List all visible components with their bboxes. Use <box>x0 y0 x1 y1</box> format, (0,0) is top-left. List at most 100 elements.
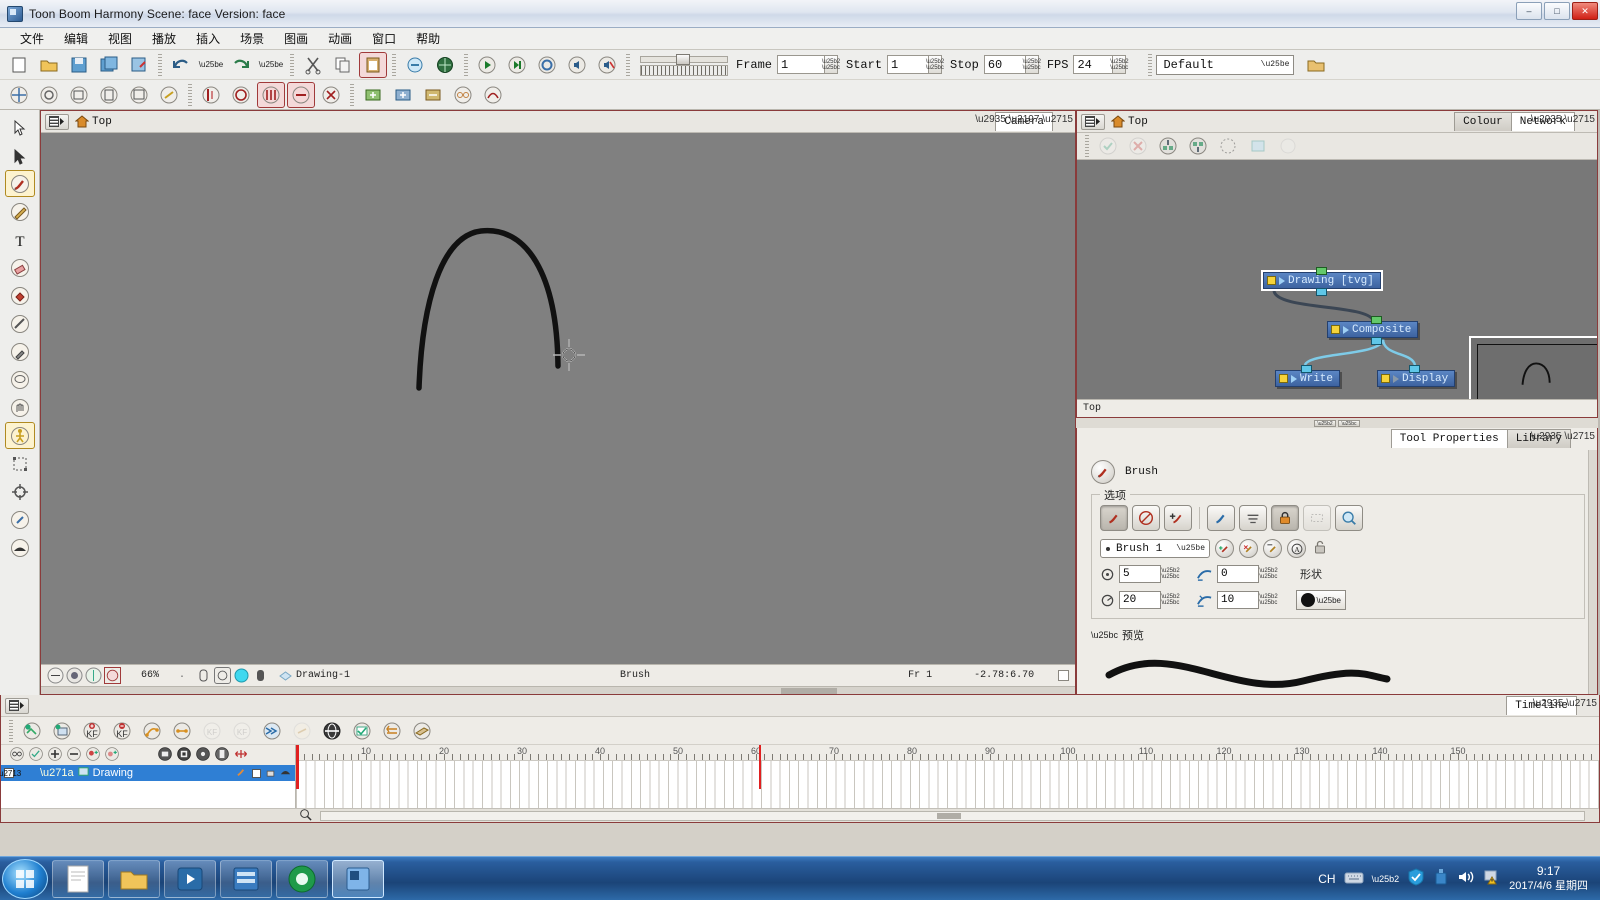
scrollbar-thumb[interactable] <box>781 688 837 694</box>
node-drawing-in-port[interactable] <box>1316 267 1327 275</box>
hand-tool[interactable] <box>5 394 35 421</box>
node-composite-out-port[interactable] <box>1371 337 1382 345</box>
flip-layers-icon[interactable] <box>408 718 436 744</box>
panel-detach-icon[interactable]: \u2197 <box>1009 114 1040 125</box>
add-stroke-icon[interactable] <box>1164 505 1192 531</box>
advanced-options-icon[interactable]: A <box>1287 539 1306 558</box>
collapse-all-icon[interactable] <box>66 746 82 765</box>
minimize-button[interactable]: – <box>1516 2 1542 20</box>
menu-edit[interactable]: 编辑 <box>54 28 98 49</box>
frame-slider[interactable] <box>640 53 728 76</box>
tray-ime-indicator[interactable]: CH <box>1318 872 1335 886</box>
brush-tool[interactable] <box>4 170 35 197</box>
constant-segment-icon[interactable] <box>168 718 196 744</box>
network-group-up-icon[interactable] <box>1154 133 1182 159</box>
lock-all-icon[interactable] <box>28 746 44 765</box>
max-size-input[interactable]: 20 <box>1119 591 1161 609</box>
set-ease-icon[interactable] <box>138 718 166 744</box>
undo-dropdown-icon[interactable]: \u25be <box>197 52 225 78</box>
network-collapse-icon[interactable]: \u2935 <box>1531 114 1562 125</box>
camera-panel-menu-icon[interactable] <box>45 113 69 130</box>
camera-horizontal-scrollbar[interactable] <box>41 686 1075 694</box>
panel-splitter[interactable]: \u25b2 \u25bc <box>1076 418 1598 428</box>
node-expand-icon[interactable] <box>1279 276 1285 285</box>
tab-colour[interactable]: Colour <box>1454 112 1512 131</box>
panel-close-icon[interactable]: \u2715 <box>1042 114 1073 125</box>
resize-columns-icon[interactable] <box>233 746 249 765</box>
node-display-expand-icon[interactable] <box>1393 374 1399 383</box>
layer-visibility-checkbox[interactable]: \u2713 <box>0 768 21 778</box>
taskbar-browser[interactable] <box>276 859 328 898</box>
smoothness-spinner[interactable]: \u25b2 \u25bc <box>1259 566 1277 582</box>
tool-properties-scrollbar[interactable] <box>1588 450 1597 694</box>
zoom-preview-icon[interactable] <box>1335 505 1363 531</box>
splitter-down-button[interactable]: \u25bc <box>1338 419 1360 427</box>
pivot-tool[interactable] <box>5 478 35 505</box>
network-more-icon[interactable] <box>1274 133 1302 159</box>
menu-animation[interactable]: 动画 <box>318 28 362 49</box>
eraser-tool[interactable] <box>5 254 35 281</box>
remove-exposure-icon[interactable] <box>288 718 316 744</box>
onion-clear-icon[interactable] <box>317 82 345 108</box>
grid-icon[interactable] <box>431 52 459 78</box>
toggle-vector-icon[interactable] <box>176 746 192 765</box>
play-icon[interactable] <box>473 52 501 78</box>
timeline-horizontal-scrollbar[interactable] <box>320 810 1585 821</box>
taskbar-video-editor[interactable] <box>220 859 272 898</box>
menu-view[interactable]: 视图 <box>98 28 142 49</box>
node-drawing[interactable]: Drawing [tvg] <box>1261 267 1383 296</box>
show-hide-icon[interactable] <box>348 718 376 744</box>
max-size-spinner[interactable]: \u25b2 \u25bc <box>1161 592 1179 608</box>
add-exposure-icon[interactable] <box>258 718 286 744</box>
draw-behind-icon[interactable] <box>1100 505 1128 531</box>
timeline-panel-menu-icon[interactable] <box>5 697 29 714</box>
repaint-brush-icon[interactable] <box>1207 505 1235 531</box>
close-button[interactable]: ✕ <box>1572 2 1598 20</box>
undo-icon[interactable] <box>167 52 195 78</box>
drawing-substitution-icon[interactable] <box>157 746 173 765</box>
camera-canvas[interactable] <box>41 133 1075 664</box>
paint-tool[interactable] <box>5 282 35 309</box>
new-scene-icon[interactable] <box>5 52 33 78</box>
shield-icon[interactable] <box>1407 868 1425 889</box>
remove-keyframe-icon[interactable]: KF <box>108 718 136 744</box>
network-canvas[interactable]: Drawing [tvg] Composite Write Display <box>1077 160 1597 399</box>
layer-onion-checkbox[interactable] <box>252 768 261 778</box>
align-left-icon[interactable] <box>65 82 93 108</box>
link-icon[interactable] <box>401 52 429 78</box>
node-write-in-port[interactable] <box>1301 365 1312 373</box>
taskbar-clock[interactable]: 9:17 2017/4/6 星期四 <box>1509 864 1592 894</box>
stop-input[interactable]: 60 <box>983 55 1026 74</box>
open-icon[interactable] <box>35 52 63 78</box>
layer-colour-icon[interactable] <box>280 766 291 780</box>
node-write[interactable]: Write <box>1275 365 1341 387</box>
network-disable-icon[interactable] <box>1124 133 1152 159</box>
node-drawing-out-port[interactable] <box>1316 288 1327 296</box>
node-display[interactable]: Display <box>1377 365 1456 387</box>
dropper-tool[interactable] <box>5 338 35 365</box>
select-tool[interactable] <box>5 114 35 141</box>
loop-play-icon[interactable] <box>503 52 531 78</box>
maximize-button[interactable]: □ <box>1544 2 1570 20</box>
toggle-bitmap-icon[interactable] <box>214 746 230 765</box>
align-right-icon[interactable] <box>125 82 153 108</box>
onion-skin-timeline-icon[interactable] <box>318 718 346 744</box>
frame-spinner[interactable]: \u25b2 \u25bc <box>822 55 840 74</box>
chevron-up-icon[interactable]: \u25b2 <box>1372 874 1400 884</box>
menu-scene[interactable]: 场景 <box>230 28 274 49</box>
add-effect-layer-icon[interactable] <box>104 746 120 765</box>
onion-range-icon[interactable] <box>287 81 315 108</box>
start-spinner[interactable]: \u25b2 \u25bc <box>926 55 944 74</box>
contour-spinner[interactable]: \u25b2 \u25bc <box>1259 592 1277 608</box>
camera-breadcrumb[interactable]: Top <box>92 116 112 128</box>
network-warning-icon[interactable] <box>1483 868 1501 889</box>
brush-preset-dropdown[interactable]: Brush 1 \u25be <box>1100 539 1210 558</box>
deform-icon[interactable] <box>479 82 507 108</box>
timeline-cells[interactable] <box>296 745 1599 808</box>
new-brush-icon[interactable] <box>1215 539 1234 558</box>
duplicate-layer-icon[interactable] <box>389 82 417 108</box>
preview-collapse-icon[interactable]: \u25bc <box>1091 630 1118 640</box>
start-input[interactable]: 1 <box>887 55 930 74</box>
min-size-input[interactable]: 5 <box>1119 565 1161 583</box>
usb-icon[interactable] <box>1433 868 1449 889</box>
